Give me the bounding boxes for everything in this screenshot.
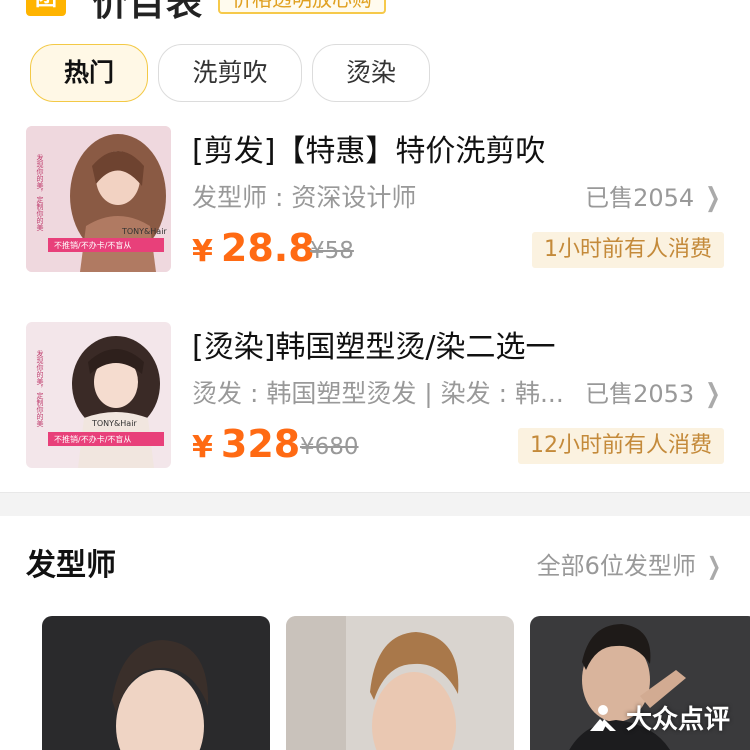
currency-symbol: ¥ xyxy=(192,234,213,269)
chevron-right-icon: ❯ xyxy=(706,552,721,580)
sold-count: 已售2054 ❯ xyxy=(585,178,724,213)
thumb-slogan: 不推销/不办卡/不盲从 xyxy=(54,434,131,444)
product-item[interactable]: 发现你的美，定制你的美 TONY&Hair 不推销/不办卡/不盲从 [烫染]韩国… xyxy=(0,322,750,472)
thumb-brand: TONY&Hair xyxy=(91,419,137,428)
product-thumbnail: 发现你的美，定制你的美 TONY&Hair 不推销/不办卡/不盲从 xyxy=(26,126,171,272)
category-tabs: 热门 洗剪吹 烫染 xyxy=(30,44,430,102)
stylists-heading: 发型师 xyxy=(26,548,116,583)
price-list-header: 团 价目表 价格透明放心购 xyxy=(0,0,750,24)
product-thumbnail: 发现你的美，定制你的美 TONY&Hair 不推销/不办卡/不盲从 xyxy=(26,322,171,468)
price-value: 328 xyxy=(220,422,301,466)
thumb-slogan: 不推销/不办卡/不盲从 xyxy=(54,240,131,250)
chevron-right-icon: ❯ xyxy=(705,183,721,213)
thumb-side-text: 发现你的美，定制你的美 xyxy=(36,153,44,232)
watermark-text: 大众点评 xyxy=(625,705,730,735)
all-stylists-link[interactable]: 全部6位发型师 ❯ xyxy=(537,546,724,581)
product-item[interactable]: 发现你的美，定制你的美 TONY&Hair 不推销/不办卡/不盲从 [剪发]【特… xyxy=(0,126,750,276)
recent-purchase-tag: 1小时前有人消费 xyxy=(532,232,724,268)
currency-symbol: ¥ xyxy=(192,430,213,465)
sold-count: 已售2053 ❯ xyxy=(585,374,724,409)
stylist-photo xyxy=(42,616,270,750)
thumb-brand: TONY&Hair xyxy=(121,227,167,236)
recent-purchase-tag: 12小时前有人消费 xyxy=(518,428,724,464)
product-title: [烫染]韩国塑型烫/染二选一 xyxy=(192,330,556,365)
product-title: [剪发]【特惠】特价洗剪吹 xyxy=(192,134,546,169)
stylist-photo xyxy=(286,616,514,750)
all-stylists-text: 全部6位发型师 xyxy=(536,552,696,580)
tab-wash-cut-blow[interactable]: 洗剪吹 xyxy=(158,44,302,102)
original-price: ¥680 xyxy=(300,434,359,460)
thumb-side-text: 发现你的美，定制你的美 xyxy=(36,349,44,428)
page-title: 价目表 xyxy=(92,0,204,24)
dianping-logo-icon xyxy=(589,704,616,731)
price-value: 28.8 xyxy=(220,226,315,270)
product-subtitle: 发型师 : 资深设计师 xyxy=(192,183,417,212)
price-transparent-badge: 价格透明放心购 xyxy=(218,0,386,14)
dianping-watermark: 大众点评 xyxy=(586,699,730,736)
product-price: ¥328 xyxy=(192,422,300,466)
sold-count-text: 已售2053 xyxy=(585,380,695,408)
section-divider xyxy=(0,492,750,516)
sold-count-text: 已售2054 xyxy=(585,184,695,212)
chevron-right-icon: ❯ xyxy=(705,379,721,409)
group-buy-badge: 团 xyxy=(26,0,66,16)
product-price: ¥28.8 xyxy=(192,226,315,270)
tab-hot[interactable]: 热门 xyxy=(30,44,148,102)
product-subtitle: 烫发 : 韩国塑型烫发 | 染发 : 韩... xyxy=(192,379,564,408)
stylist-card[interactable] xyxy=(286,616,514,750)
original-price: ¥58 xyxy=(310,238,354,264)
tab-perm-dye[interactable]: 烫染 xyxy=(312,44,430,102)
stylist-card[interactable] xyxy=(42,616,270,750)
